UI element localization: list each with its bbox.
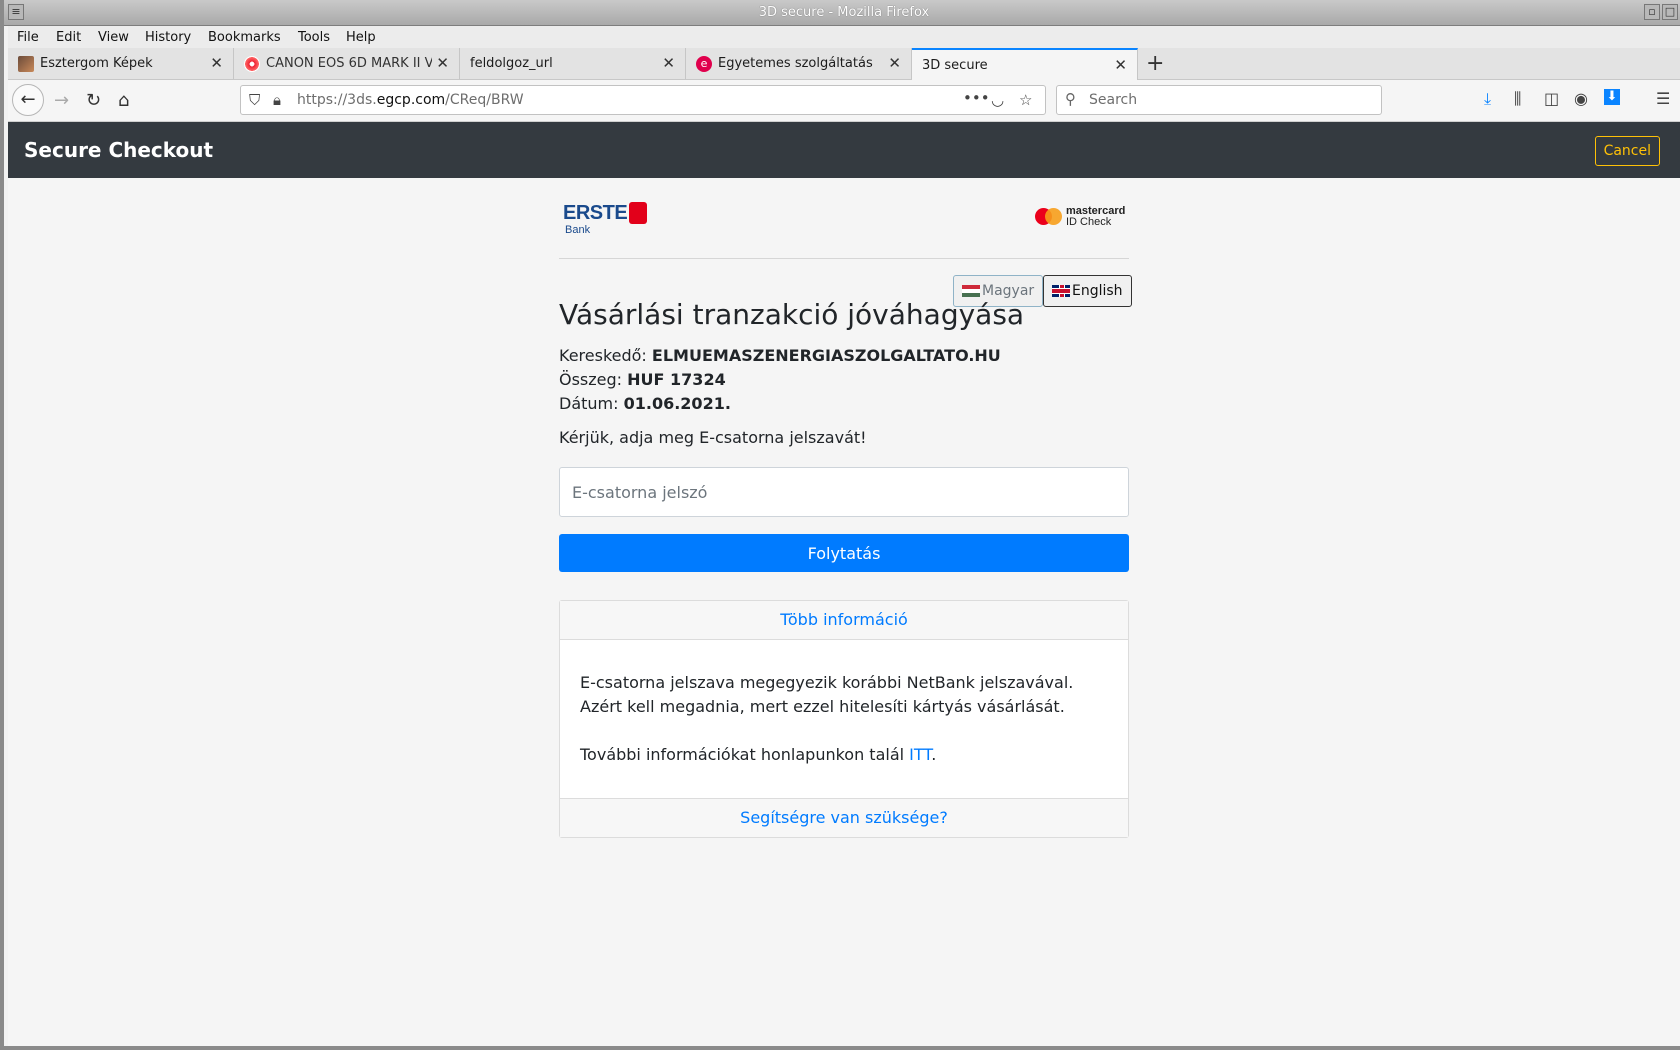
help-link[interactable]: Segítségre van szüksége? [560,798,1128,837]
close-tab-icon[interactable]: ✕ [888,54,901,72]
close-tab-icon[interactable]: ✕ [1114,56,1127,74]
info-card: Több információ E-csatorna jelszava mege… [559,600,1129,838]
cancel-button[interactable]: Cancel [1594,136,1660,166]
tab-egyetemes[interactable]: e Egyetemes szolgáltatás ✕ [686,48,912,79]
more-actions-icon[interactable]: ••• [963,89,990,107]
transaction-details: Kereskedő: ELMUEMASZENERGIASZOLGALTATO.H… [559,344,1001,416]
forward-icon[interactable]: → [54,90,69,111]
password-prompt: Kérjük, adja meg E-csatorna jelszavát! [559,428,867,447]
menu-bar: File Edit View History Bookmarks Tools H… [8,26,1680,48]
nav-bar: ← → ↻ ⌂ ⛉ 🔒︎ https://3ds.egcp.com/CReq/B… [8,80,1680,122]
info-text: E-csatorna jelszava megegyezik korábbi N… [580,673,1074,716]
search-icon: ⚲ [1065,90,1076,108]
erste-logo: ERSTE Bank [563,202,647,236]
language-english-button[interactable]: English [1043,275,1132,307]
canon-favicon-icon [244,56,260,72]
menu-bookmarks[interactable]: Bookmarks [208,30,281,45]
merchant-row: Kereskedő: ELMUEMASZENERGIASZOLGALTATO.H… [559,346,1001,365]
url-bar[interactable]: ⛉ 🔒︎ https://3ds.egcp.com/CReq/BRW ••• ◡… [240,85,1046,115]
tab-label: Egyetemes szolgáltatás [718,56,873,71]
tab-label: CANON EOS 6D MARK II V [266,56,432,71]
hamburger-menu-icon[interactable]: ☰ [1656,89,1670,108]
reload-icon[interactable]: ↻ [86,90,101,111]
password-input[interactable] [559,467,1129,517]
title-bar: ≡ 3D secure - Mozilla Firefox ▫ □ [4,0,1680,26]
more-info-toggle[interactable]: Több információ [560,601,1128,640]
erste-bank-text: Bank [565,224,591,236]
url-text[interactable]: https://3ds.egcp.com/CReq/BRW [297,92,524,108]
new-tab-icon[interactable]: + [1146,51,1164,76]
library-icon[interactable]: ⫼ [1514,89,1521,109]
erste-wordmark: ERSTE [563,202,628,224]
menu-history[interactable]: History [145,30,191,45]
pocket-icon[interactable]: ◡ [991,91,1004,109]
amount-row: Összeg: HUF 17324 [559,370,726,389]
continue-button[interactable]: Folytatás [559,534,1129,572]
home-icon[interactable]: ⌂ [118,90,129,111]
itt-link[interactable]: ITT [909,745,931,764]
mastercard-text: mastercard ID Check [1066,205,1126,228]
back-icon[interactable]: ← [12,84,44,116]
tab-feldolgoz[interactable]: feldolgoz_url ✕ [460,48,686,79]
info-body: E-csatorna jelszava megegyezik korábbi N… [580,671,1110,791]
mastercard-orange-circle-icon [1045,208,1062,225]
downloads-icon[interactable]: ⤓ [1484,89,1491,109]
tab-label: feldolgoz_url [470,56,553,71]
hungary-flag-icon [962,285,980,297]
tab-label: Esztergom Képek [40,56,153,71]
bookmark-star-icon[interactable]: ☆ [1019,91,1032,109]
tab-3d-secure[interactable]: 3D secure ✕ [912,48,1138,80]
photo-favicon-icon [18,56,34,72]
menu-view[interactable]: View [98,30,129,45]
minimize-icon[interactable]: ▫ [1644,4,1660,20]
window-title: 3D secure - Mozilla Firefox [758,5,930,20]
erste-s-icon [629,202,647,224]
checkout-header: Secure Checkout Cancel [8,122,1680,178]
tab-canon[interactable]: CANON EOS 6D MARK II V ✕ [234,48,460,79]
menu-file[interactable]: File [17,30,39,45]
checkout-panel: ERSTE Bank mastercard ID Check Magyar Eng… [559,178,1132,315]
tab-bar: Esztergom Képek ✕ CANON EOS 6D MARK II V… [8,48,1680,80]
sidebar-icon[interactable]: ◫ [1544,89,1559,108]
menu-edit[interactable]: Edit [56,30,81,45]
date-row: Dátum: 01.06.2021. [559,394,731,413]
search-bar[interactable]: ⚲ [1056,85,1382,115]
page-content: Secure Checkout Cancel ERSTE Bank master… [8,122,1680,1046]
uk-flag-icon [1052,285,1070,297]
account-icon[interactable]: ◉ [1574,89,1588,108]
page-brand: Secure Checkout [24,138,214,162]
tab-label: 3D secure [922,58,988,73]
menu-help[interactable]: Help [346,30,376,45]
lock-icon[interactable]: 🔒︎ [273,91,281,109]
tab-esztergom[interactable]: Esztergom Képek ✕ [8,48,234,79]
close-tab-icon[interactable]: ✕ [210,54,223,72]
close-tab-icon[interactable]: ✕ [436,54,449,72]
download-extension-icon[interactable]: ⬇ [1604,89,1620,105]
search-input[interactable] [1087,91,1371,109]
info-more: További információkat honlapunkon talál … [580,745,937,764]
page-title: Vásárlási tranzakció jóváhagyása [559,298,1025,331]
shield-icon[interactable]: ⛉ [249,91,260,109]
logo-row: ERSTE Bank mastercard ID Check [559,178,1129,259]
maximize-icon[interactable]: □ [1662,4,1678,20]
mastercard-id-check-logo: mastercard ID Check [1035,205,1127,230]
browser-window: ≡ 3D secure - Mozilla Firefox ▫ □ File E… [0,0,1680,1050]
menu-tools[interactable]: Tools [298,30,330,45]
e-favicon-icon: e [696,56,712,72]
close-tab-icon[interactable]: ✕ [662,54,675,72]
